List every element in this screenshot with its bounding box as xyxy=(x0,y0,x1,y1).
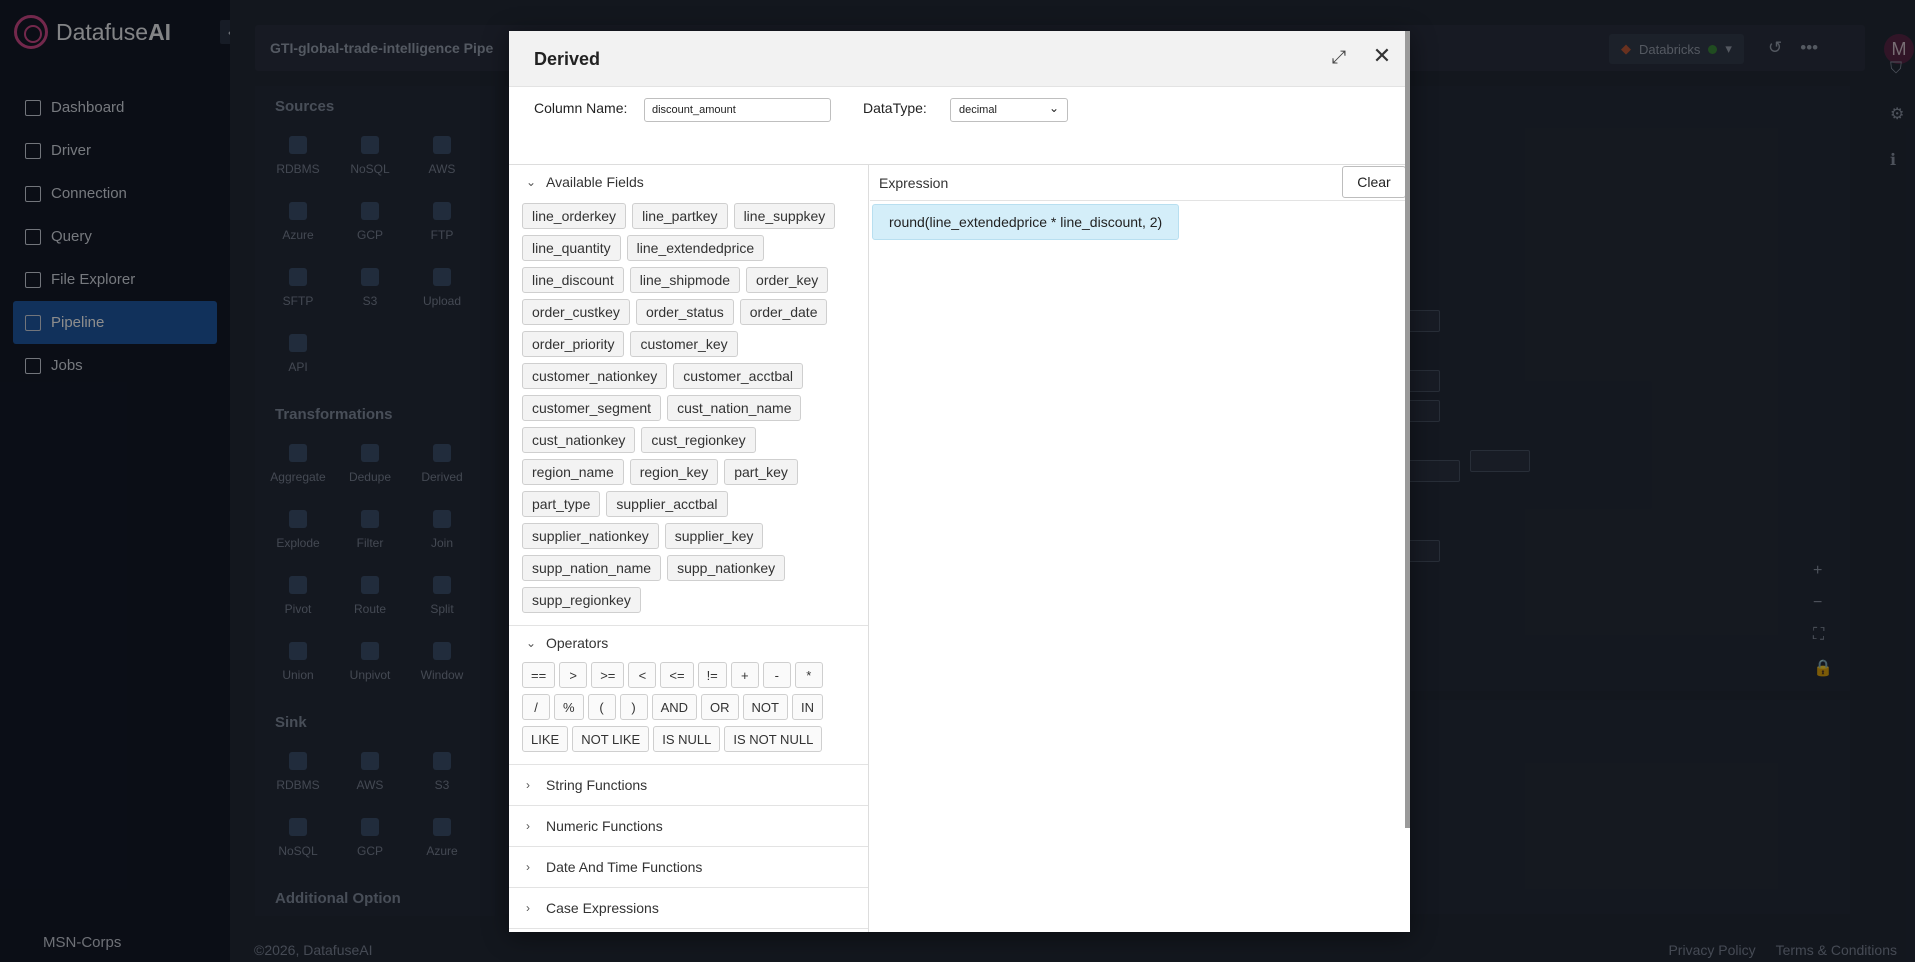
field-chip[interactable]: supp_nationkey xyxy=(667,555,786,581)
operator-button[interactable]: < xyxy=(628,662,657,688)
expression-token[interactable]: round(line_extendedprice * line_discount… xyxy=(872,204,1180,240)
operator-button[interactable]: ) xyxy=(619,694,648,720)
field-chip[interactable]: line_discount xyxy=(522,267,624,293)
field-list: line_orderkey line_partkey line_suppkeylin… xyxy=(509,199,868,619)
field-chip[interactable]: supp_regionkey xyxy=(522,587,641,613)
operators-header[interactable]: ⌄ Operators xyxy=(509,626,868,660)
field-chip[interactable]: supplier_key xyxy=(664,523,764,549)
expression-label: Expression xyxy=(879,174,949,191)
field-chip[interactable]: order_date xyxy=(739,299,828,325)
operator-button[interactable]: ( xyxy=(587,694,616,720)
operator-button[interactable]: == xyxy=(522,662,556,688)
field-chip[interactable]: customer_key xyxy=(630,331,738,357)
chevron-right-icon: › xyxy=(526,901,530,915)
field-chip[interactable]: supplier_acctbal xyxy=(606,491,728,517)
function-section-string-functions[interactable]: › String Functions xyxy=(509,765,868,806)
column-settings: Column Name: DataType: decimal ⌄ xyxy=(509,31,1410,165)
field-chip[interactable]: line_partkey xyxy=(632,203,728,229)
field-chip[interactable]: line_orderkey xyxy=(522,203,627,229)
field-chip[interactable]: line_suppkey xyxy=(733,203,836,229)
field-chip[interactable]: cust_regionkey xyxy=(641,427,756,453)
datatype-select[interactable]: decimal ⌄ xyxy=(950,98,1068,122)
field-chip[interactable]: region_key xyxy=(629,459,719,485)
operator-button[interactable]: IS NOT NULL xyxy=(724,726,823,752)
function-sections: › String Functions › Numeric Functions › Date… xyxy=(509,765,868,932)
chevron-down-icon: ⌄ xyxy=(526,636,537,650)
datatype-value: decimal xyxy=(959,104,997,116)
field-chip[interactable]: cust_nation_name xyxy=(667,395,802,421)
chevron-down-icon: ⌄ xyxy=(526,175,537,189)
clear-button[interactable]: Clear xyxy=(1342,166,1406,198)
operator-button[interactable]: % xyxy=(554,694,584,720)
operator-button[interactable]: - xyxy=(762,662,791,688)
field-chip[interactable]: order_priority xyxy=(522,331,625,357)
operator-button[interactable]: LIKE xyxy=(522,726,569,752)
chevron-down-icon: ⌄ xyxy=(1048,101,1059,115)
function-section-numeric-functions[interactable]: › Numeric Functions xyxy=(509,806,868,847)
field-chip[interactable]: part_key xyxy=(724,459,798,485)
operator-button[interactable]: NOT LIKE xyxy=(572,726,650,752)
expression-pane: Expression Clear round(line_extendedpric… xyxy=(870,165,1410,932)
operator-button[interactable]: OR xyxy=(701,694,739,720)
operator-button[interactable]: AND xyxy=(651,694,698,720)
function-section-date-and-time-functions[interactable]: › Date And Time Functions xyxy=(509,847,868,888)
function-section-label: Date And Time Functions xyxy=(546,859,703,875)
field-chip[interactable]: region_name xyxy=(522,459,624,485)
operator-button[interactable]: / xyxy=(522,694,550,720)
operators-title: Operators xyxy=(546,635,609,651)
column-name-input[interactable] xyxy=(644,98,831,122)
function-section-case-expressions[interactable]: › Case Expressions xyxy=(509,888,868,929)
operator-button[interactable]: + xyxy=(730,662,759,688)
operator-list: == > >= < <= != + - * /%() AND OR NOT IN LIKE NOT LIKE I… xyxy=(509,660,868,758)
field-chip[interactable]: supplier_nationkey xyxy=(522,523,659,549)
operator-button[interactable]: >= xyxy=(591,662,625,688)
function-section-input[interactable]: ›Input xyxy=(509,929,868,932)
available-fields-title: Available Fields xyxy=(546,174,644,190)
function-section-label: String Functions xyxy=(546,777,648,793)
field-chip[interactable]: customer_segment xyxy=(522,395,662,421)
chevron-right-icon: › xyxy=(526,778,530,792)
field-chip[interactable]: order_status xyxy=(635,299,734,325)
operator-button[interactable]: IN xyxy=(791,694,823,720)
function-section-label: Numeric Functions xyxy=(546,818,663,834)
field-chip[interactable]: order_key xyxy=(746,267,829,293)
function-section-label: Case Expressions xyxy=(546,900,659,916)
field-chip[interactable]: customer_acctbal xyxy=(673,363,804,389)
chevron-right-icon: › xyxy=(526,860,530,874)
operator-button[interactable]: != xyxy=(697,662,727,688)
operator-button[interactable]: IS NULL xyxy=(653,726,721,752)
field-chip[interactable]: customer_nationkey xyxy=(522,363,668,389)
builder-left-pane: ⌄ Available Fields line_orderkey line_par… xyxy=(509,165,869,932)
expression-header: Expression Clear xyxy=(870,165,1410,201)
field-chip[interactable]: supp_nation_name xyxy=(522,555,662,581)
chevron-right-icon: › xyxy=(526,819,530,833)
operator-button[interactable]: * xyxy=(794,662,823,688)
available-fields-header[interactable]: ⌄ Available Fields xyxy=(509,165,868,199)
field-chip[interactable]: line_extendedprice xyxy=(626,235,765,261)
field-chip[interactable]: line_quantity xyxy=(522,235,621,261)
operator-button[interactable]: <= xyxy=(660,662,694,688)
field-chip[interactable]: part_type xyxy=(522,491,601,517)
scrollbar-thumb[interactable] xyxy=(1405,31,1410,828)
derived-dialog: Derived ⤢ ✕ Column Name: DataType: decim… xyxy=(509,31,1410,932)
operator-button[interactable]: > xyxy=(559,662,588,688)
scrollbar[interactable] xyxy=(1405,31,1410,828)
datatype-label: DataType: xyxy=(863,100,927,116)
operator-button[interactable]: NOT xyxy=(742,694,788,720)
field-chip[interactable]: line_shipmode xyxy=(629,267,741,293)
field-chip[interactable]: cust_nationkey xyxy=(522,427,636,453)
field-chip[interactable]: order_custkey xyxy=(522,299,630,325)
column-name-label: Column Name: xyxy=(534,100,628,116)
